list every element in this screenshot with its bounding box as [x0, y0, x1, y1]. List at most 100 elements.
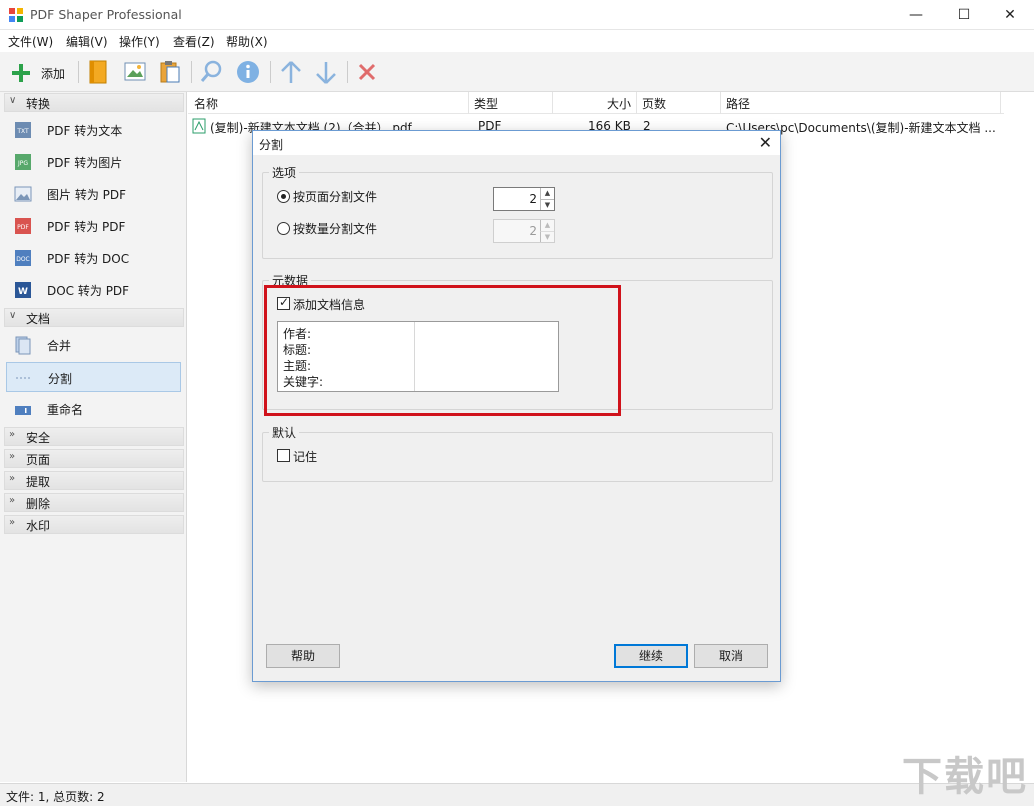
- site-watermark: 下载吧: [902, 754, 1028, 800]
- plus-icon: [12, 64, 30, 82]
- radio-split-by-pages[interactable]: [277, 190, 290, 203]
- menu-edit[interactable]: 编辑(V): [66, 33, 108, 50]
- dialog-close-icon[interactable]: ✕: [759, 133, 772, 152]
- chevron-down-icon: ∨: [9, 95, 17, 106]
- menu-action[interactable]: 操作(Y): [119, 33, 160, 50]
- toolbar-separator: [191, 61, 192, 83]
- column-type[interactable]: 类型: [474, 95, 498, 112]
- sidebar-item-rename[interactable]: 重命名: [6, 394, 181, 424]
- column-path[interactable]: 路径: [726, 95, 750, 112]
- column-size[interactable]: 大小: [607, 95, 631, 112]
- merge-document-icon: [15, 336, 31, 355]
- file-list-header: 名称 类型 大小 页数 路径: [188, 92, 1004, 114]
- section-watermark-header[interactable]: » 水印: [4, 515, 184, 534]
- sidebar-item-split[interactable]: 分割: [6, 362, 181, 392]
- spinner-down-icon[interactable]: ▼: [540, 199, 554, 210]
- spinner-up-icon[interactable]: ▲: [540, 188, 554, 199]
- menu-file[interactable]: 文件(W): [8, 33, 53, 50]
- pages-spinner[interactable]: 2 ▲ ▼: [493, 187, 555, 211]
- column-separator[interactable]: [636, 92, 637, 114]
- spinner-down-icon: ▼: [540, 231, 554, 242]
- image-file-icon: [14, 186, 32, 202]
- title-bar: PDF Shaper Professional — ☐ ✕: [0, 0, 1034, 30]
- doc-file-icon: DOC: [15, 250, 31, 266]
- split-dialog: 分割 ✕ 选项 按页面分割文件 2 ▲ ▼ 按数量分割文件 2 ▲ ▼ 元数据 …: [252, 130, 781, 682]
- pages-spinner-value: 2: [529, 192, 537, 206]
- menu-bar: 文件(W) 编辑(V) 操作(Y) 查看(Z) 帮助(X): [0, 30, 1034, 52]
- maximize-button[interactable]: ☐: [941, 0, 987, 30]
- section-convert-header[interactable]: ∨ 转换: [4, 93, 184, 112]
- toolbar-separator: [78, 61, 79, 83]
- chevron-right-icon: »: [9, 451, 16, 462]
- default-group: [262, 432, 773, 482]
- jpg-file-icon: JPG: [15, 154, 31, 170]
- svg-text:JPG: JPG: [17, 160, 28, 167]
- arrow-up-icon[interactable]: [279, 58, 303, 86]
- menu-view[interactable]: 查看(Z): [173, 33, 215, 50]
- sidebar-item-pdf-to-pdf[interactable]: PDF PDF 转为 PDF: [6, 211, 181, 241]
- continue-button[interactable]: 继续: [614, 644, 688, 668]
- add-button[interactable]: 添加: [8, 58, 72, 86]
- section-security-header[interactable]: » 安全: [4, 427, 184, 446]
- sidebar-item-pdf-to-image[interactable]: JPG PDF 转为图片: [6, 147, 181, 177]
- minimize-button[interactable]: —: [893, 0, 939, 30]
- column-name[interactable]: 名称: [194, 95, 218, 112]
- column-separator[interactable]: [1000, 92, 1001, 114]
- svg-text:TXT: TXT: [16, 128, 29, 135]
- cancel-button[interactable]: 取消: [694, 644, 768, 668]
- sidebar-item-pdf-to-doc[interactable]: DOC PDF 转为 DOC: [6, 243, 181, 273]
- toolbar: 添加: [0, 52, 1034, 92]
- open-book-icon[interactable]: [87, 58, 109, 86]
- section-extract-header[interactable]: » 提取: [4, 471, 184, 490]
- section-delete-header[interactable]: » 删除: [4, 493, 184, 512]
- window-title: PDF Shaper Professional: [30, 7, 182, 22]
- sidebar-item-image-to-pdf[interactable]: 图片 转为 PDF: [6, 179, 181, 209]
- spinner-up-icon: ▲: [540, 220, 554, 231]
- rename-icon: [15, 406, 31, 415]
- dialog-title: 分割: [259, 138, 284, 152]
- clipboard-icon[interactable]: [158, 58, 182, 86]
- sidebar-item-pdf-to-text[interactable]: TXT PDF 转为文本: [6, 115, 181, 145]
- column-separator[interactable]: [468, 92, 469, 114]
- info-icon[interactable]: [235, 58, 261, 86]
- help-button[interactable]: 帮助: [266, 644, 340, 668]
- remember-checkbox[interactable]: [277, 449, 290, 462]
- column-pages[interactable]: 页数: [642, 95, 666, 112]
- dialog-title-bar: 分割 ✕: [253, 131, 780, 155]
- section-document-header[interactable]: ∨ 文档: [4, 308, 184, 327]
- annotation-highlight-box: [264, 285, 621, 416]
- radio-split-by-count[interactable]: [277, 222, 290, 235]
- sidebar-item-doc-to-pdf[interactable]: W DOC 转为 PDF: [6, 275, 181, 305]
- section-pages-header[interactable]: » 页面: [4, 449, 184, 468]
- search-icon[interactable]: [199, 58, 225, 86]
- status-bar: 文件: 1, 总页数: 2: [0, 783, 1034, 806]
- svg-text:W: W: [18, 287, 28, 297]
- radio-split-by-pages-label[interactable]: 按页面分割文件: [293, 188, 377, 205]
- image-icon[interactable]: [123, 58, 147, 86]
- column-separator[interactable]: [720, 92, 721, 114]
- pdf-file-icon: [192, 118, 206, 134]
- radio-split-by-count-label[interactable]: 按数量分割文件: [293, 220, 377, 237]
- arrow-down-icon[interactable]: [314, 58, 338, 86]
- options-group: [262, 172, 773, 259]
- chevron-right-icon: »: [9, 517, 16, 528]
- svg-text:DOC: DOC: [16, 256, 30, 263]
- remember-label[interactable]: 记住: [293, 448, 317, 465]
- word-file-icon: W: [15, 282, 31, 298]
- default-group-title: 默认: [269, 424, 300, 441]
- toolbar-separator: [347, 61, 348, 83]
- options-group-title: 选项: [269, 164, 300, 181]
- chevron-right-icon: »: [9, 473, 16, 484]
- pdf-file-icon: PDF: [15, 218, 31, 234]
- count-spinner[interactable]: 2 ▲ ▼: [493, 219, 555, 243]
- column-separator[interactable]: [552, 92, 553, 114]
- chevron-right-icon: »: [9, 495, 16, 506]
- sidebar: ∨ 转换 TXT PDF 转为文本 JPG PDF 转为图片 图片 转为 PDF…: [0, 92, 187, 782]
- menu-help[interactable]: 帮助(X): [226, 33, 268, 50]
- close-window-button[interactable]: ✕: [987, 0, 1033, 30]
- txt-file-icon: TXT: [15, 122, 31, 138]
- status-text: 文件: 1, 总页数: 2: [6, 790, 105, 804]
- split-document-icon: [16, 377, 32, 379]
- delete-icon[interactable]: [356, 58, 378, 86]
- sidebar-item-merge[interactable]: 合并: [6, 330, 181, 360]
